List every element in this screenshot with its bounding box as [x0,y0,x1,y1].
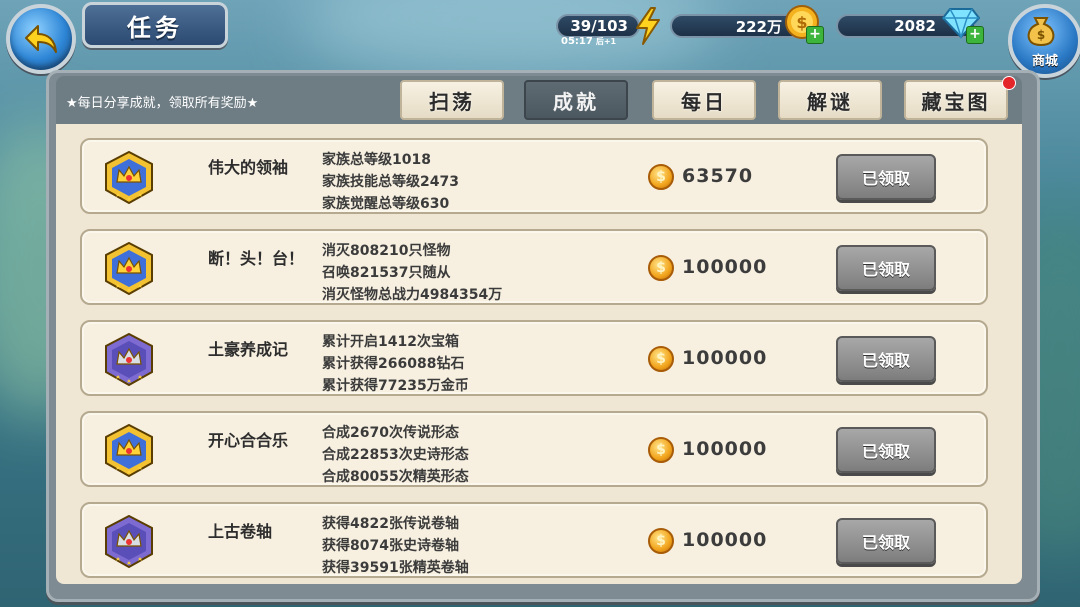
back-arrow-icon [25,25,57,53]
reward-amount: 100000 [682,347,768,369]
add-diamond-button[interactable]: + [966,26,984,44]
achievement-condition: 累计获得77235万金币 [322,378,469,394]
achievement-condition: 累计获得266088钻石 [322,356,465,372]
achievement-condition: 家族技能总等级2473 [322,174,459,190]
tab-puzzle[interactable]: 解谜 [778,80,882,120]
diamond-value: 2082 [894,17,936,35]
energy-timer: 05:17 后+1 [561,36,617,47]
energy-value: 39/103 [570,17,628,35]
achievement-condition: 合成22853次史诗形态 [322,447,469,463]
shop-button[interactable]: $ 商城 [1008,4,1080,78]
svg-text:$: $ [1037,28,1045,42]
reward-amount: 100000 [682,529,768,551]
claimed-button[interactable]: 已领取 [836,245,936,291]
tab-sweep[interactable]: 扫荡 [400,80,504,120]
coin-icon: $ [648,528,674,554]
achievement-condition: 合成2670次传说形态 [322,425,459,441]
energy-counter: 39/103 [556,14,640,38]
reward-amount: 100000 [682,256,768,278]
tab-treasure-map[interactable]: 藏宝图 [904,80,1008,120]
coin-icon: $ [648,255,674,281]
page-title: 任务 [82,2,228,48]
achievement-row: 上古卷轴 获得4822张传说卷轴 获得8074张史诗卷轴 获得39591张精英卷… [80,502,988,578]
achievement-row: 开心合合乐 合成2670次传说形态 合成22853次史诗形态 合成80055次精… [80,411,988,487]
claimed-button[interactable]: 已领取 [836,518,936,564]
money-bag-icon: $ [1027,17,1055,46]
achievement-row: 伟大的领袖 家族总等级1018 家族技能总等级2473 家族觉醒总等级630 $… [80,138,988,214]
achievement-condition: 获得8074张史诗卷轴 [322,538,459,554]
achievement-condition: 家族总等级1018 [322,152,431,168]
achievement-name: 断！头！台！ [208,249,305,268]
achievement-name: 上古卷轴 [208,522,273,541]
gold-crown-badge-icon [102,423,156,479]
achievement-row: 断！头！台！ 消灭808210只怪物 召唤821537只随从 消灭怪物总战力49… [80,229,988,305]
achievement-condition: 消灭怪物总战力4984354万 [322,287,503,303]
achievement-name: 开心合合乐 [208,431,289,450]
achievement-condition: 合成80055次精英形态 [322,469,469,485]
tab-achievements[interactable]: 成就 [524,80,628,120]
gold-crown-badge-icon [102,241,156,297]
coin-icon: $ [648,164,674,190]
lightning-icon [632,6,664,46]
claimed-button[interactable]: 已领取 [836,154,936,200]
achievement-condition: 召唤821537只随从 [322,265,451,281]
achievement-condition: 获得39591张精英卷轴 [322,560,469,576]
achievement-condition: 获得4822张传说卷轴 [322,516,459,532]
achievement-name: 土豪养成记 [208,340,289,359]
gold-value: 222万 [735,17,782,36]
notification-dot [1002,76,1016,90]
reward-amount: 63570 [682,165,754,187]
achievement-condition: 累计开启1412次宝箱 [322,334,459,350]
achievement-condition: 消灭808210只怪物 [322,243,451,259]
purple-silver-badge-icon [102,514,156,570]
back-button[interactable] [6,4,76,74]
achievement-condition: 家族觉醒总等级630 [322,196,450,212]
shop-label: 商城 [1031,54,1058,69]
coin-icon: $ [648,346,674,372]
add-gold-button[interactable]: + [806,26,824,44]
achievement-name: 伟大的领袖 [208,158,289,177]
claimed-button[interactable]: 已领取 [836,336,936,382]
claimed-button[interactable]: 已领取 [836,427,936,473]
share-note: ★每日分享成就，领取所有奖励★ [66,96,259,111]
tab-daily[interactable]: 每日 [652,80,756,120]
gold-crown-badge-icon [102,150,156,206]
achievement-row: 土豪养成记 累计开启1412次宝箱 累计获得266088钻石 累计获得77235… [80,320,988,396]
purple-silver-badge-icon [102,332,156,388]
reward-amount: 100000 [682,438,768,460]
coin-icon: $ [648,437,674,463]
